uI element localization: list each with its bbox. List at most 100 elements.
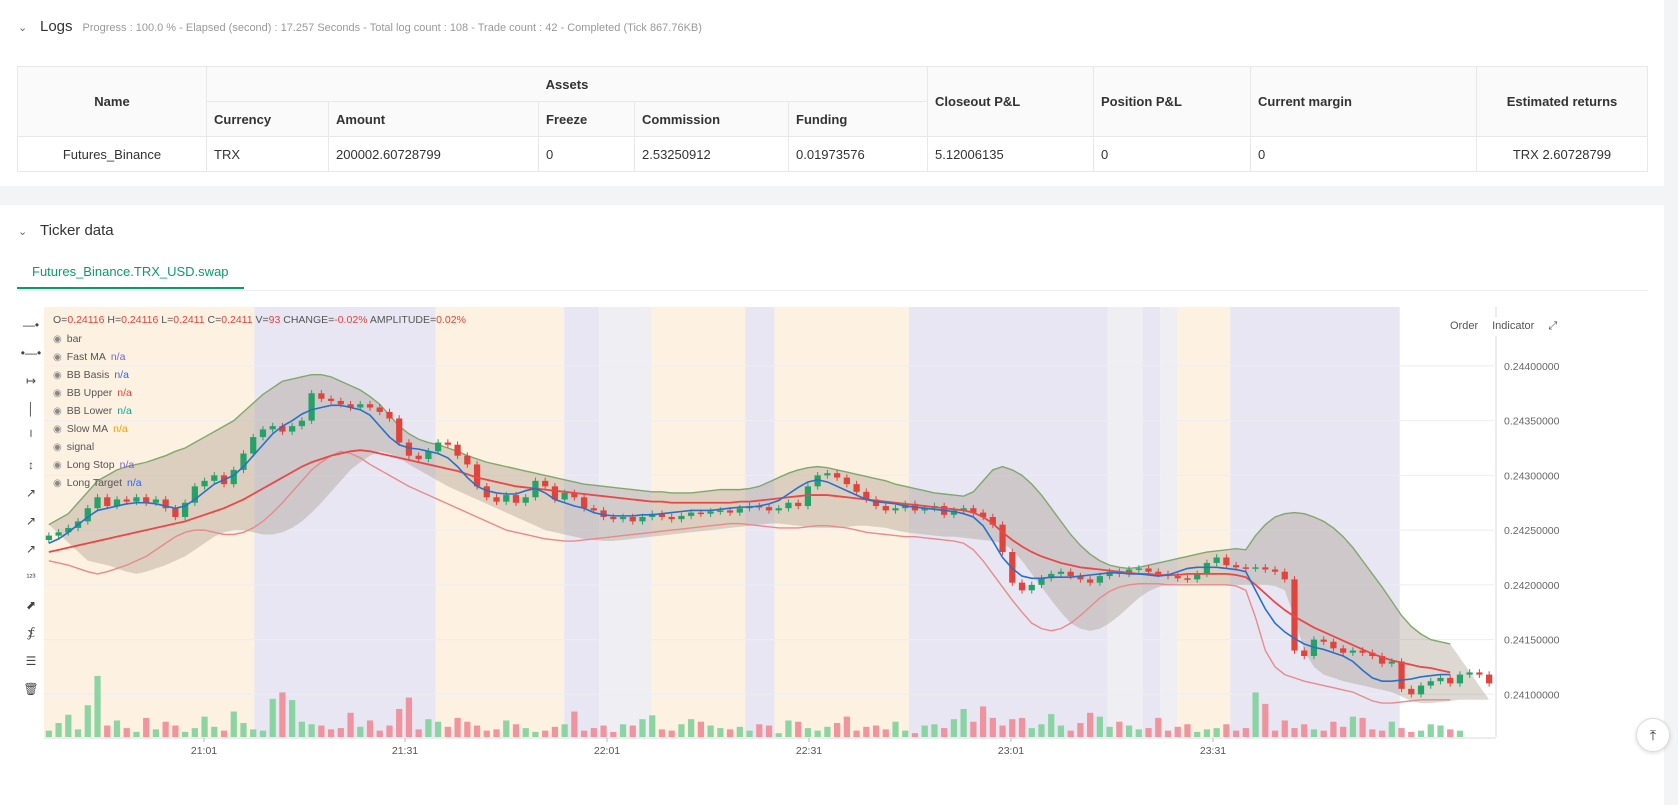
logs-header[interactable]: ⌄ Logs Progress : 100.0 % - Elapsed (sec…: [18, 18, 702, 35]
volume-bar: [619, 724, 627, 737]
candle-body: [1398, 661, 1405, 689]
eye-icon[interactable]: ◉: [53, 460, 62, 471]
legend-item-fast-ma[interactable]: ◉ Fast MA n/a: [53, 348, 466, 366]
volume-bar: [1028, 728, 1035, 737]
volume-bar: [999, 725, 1006, 737]
ticker-title: Ticker data: [40, 222, 114, 239]
ohlc-readout: O=0.24116 H=0.24116 L=0.2411 C=0.2411 V=…: [53, 314, 466, 326]
volume-bar: [1057, 725, 1065, 737]
eye-icon[interactable]: ◉: [53, 406, 62, 417]
vertical-segment-icon[interactable]: ↕: [18, 451, 44, 479]
price-label-icon[interactable]: ¹²³: [18, 563, 44, 591]
candle-body: [678, 515, 685, 520]
volume-bar: [629, 725, 636, 737]
fib-retracement-icon[interactable]: ☰: [18, 647, 44, 675]
volume-bar: [230, 711, 237, 737]
eye-icon[interactable]: ◉: [53, 334, 62, 345]
eye-icon[interactable]: ◉: [53, 352, 62, 363]
logs-title: Logs: [40, 18, 73, 35]
volume-bar: [843, 716, 850, 737]
volume-bar: [532, 731, 539, 737]
legend-item-bb-lower[interactable]: ◉ BB Lower n/a: [53, 402, 466, 420]
volume-bar: [1398, 728, 1405, 737]
pitchfork-icon[interactable]: ⨋: [18, 619, 44, 647]
fullscreen-icon[interactable]: ⤢: [1541, 317, 1565, 336]
candle-body: [1447, 677, 1454, 684]
volume-bar: [1330, 721, 1337, 737]
eye-icon[interactable]: ◉: [53, 370, 62, 381]
legend-item-bb-upper[interactable]: ◉ BB Upper n/a: [53, 384, 466, 402]
eye-icon[interactable]: ◉: [53, 388, 62, 399]
candle-body: [1242, 567, 1249, 569]
order-button[interactable]: Order: [1443, 317, 1486, 336]
indicator-button[interactable]: Indicator: [1485, 317, 1542, 336]
volume-bar: [74, 729, 82, 737]
candle-body: [882, 506, 889, 511]
candle-body: [892, 508, 899, 511]
candle-body: [522, 497, 529, 503]
chevron-down-icon[interactable]: ⌄: [18, 225, 30, 238]
candle-body: [1301, 650, 1308, 656]
horizontal-segment-icon[interactable]: ↦: [18, 367, 44, 395]
volume-bar: [902, 730, 909, 737]
trend-line-icon[interactable]: ↗: [18, 479, 44, 507]
legend-item-slow-ma[interactable]: ◉ Slow MA n/a: [53, 420, 466, 438]
parallel-channel-icon[interactable]: ⬈: [18, 591, 44, 619]
volume-bar: [649, 715, 656, 737]
volume-bar: [688, 719, 695, 737]
volume-bar: [639, 719, 646, 737]
volume-bar: [1174, 726, 1181, 737]
ticker-header[interactable]: ⌄ Ticker data: [18, 222, 114, 239]
volume-bar: [308, 724, 315, 737]
eye-icon[interactable]: ◉: [53, 424, 62, 435]
horizontal-line-icon[interactable]: •—•: [18, 339, 44, 367]
horizontal-ray-icon[interactable]: —•: [18, 311, 44, 339]
candle-body: [668, 516, 675, 520]
volume-bar: [1194, 731, 1201, 737]
volume-bar: [386, 725, 393, 737]
volume-bar: [872, 725, 880, 737]
volume-bar: [1456, 730, 1464, 737]
eye-icon[interactable]: ◉: [53, 442, 62, 453]
candle-body: [999, 524, 1006, 553]
candle-body: [1233, 565, 1240, 568]
candle-body: [1456, 674, 1464, 684]
legend-item-bb-basis[interactable]: ◉ BB Basis n/a: [53, 366, 466, 384]
candle-body: [785, 502, 792, 509]
volume-bar: [921, 725, 928, 737]
volume-bar: [1320, 730, 1327, 737]
volume-bar: [1369, 729, 1376, 737]
eye-icon[interactable]: ◉: [53, 478, 62, 489]
candle-body: [697, 512, 704, 515]
trash-icon[interactable]: 🗑: [18, 675, 44, 703]
ray-line-icon[interactable]: ↗: [18, 507, 44, 535]
candle-body: [736, 508, 743, 513]
volume-bar: [337, 728, 344, 737]
vertical-ray-icon[interactable]: ╵: [18, 423, 44, 451]
volume-bar: [250, 729, 257, 737]
candle-body: [688, 512, 695, 516]
volume-bar: [405, 697, 413, 737]
volume-bar: [1135, 729, 1142, 737]
candle-body: [1427, 681, 1434, 686]
candle-body: [45, 535, 52, 540]
candle-body: [1262, 567, 1269, 570]
candle-body: [1437, 677, 1444, 682]
legend-item-long-target[interactable]: ◉ Long Target n/a: [53, 474, 466, 492]
tab-trx-usd-swap[interactable]: Futures_Binance.TRX_USD.swap: [17, 255, 244, 289]
volume-bar: [746, 730, 753, 737]
extended-line-icon[interactable]: ↗: [18, 535, 44, 563]
legend-item-long-stop[interactable]: ◉ Long Stop n/a: [53, 456, 466, 474]
volume-bar: [697, 721, 704, 737]
candle-body: [1466, 672, 1473, 675]
candle-body: [726, 510, 734, 513]
legend-item-signal[interactable]: ◉ signal: [53, 438, 466, 456]
candle-body: [1203, 562, 1211, 574]
volume-bar: [483, 730, 490, 737]
scroll-to-top-button[interactable]: ⤒: [1636, 718, 1670, 752]
candle-body: [1018, 582, 1026, 591]
vertical-line-icon[interactable]: │: [18, 395, 44, 423]
volume-bar: [707, 725, 714, 737]
legend-item-bar[interactable]: ◉ bar: [53, 330, 466, 348]
chevron-down-icon[interactable]: ⌄: [18, 21, 30, 34]
